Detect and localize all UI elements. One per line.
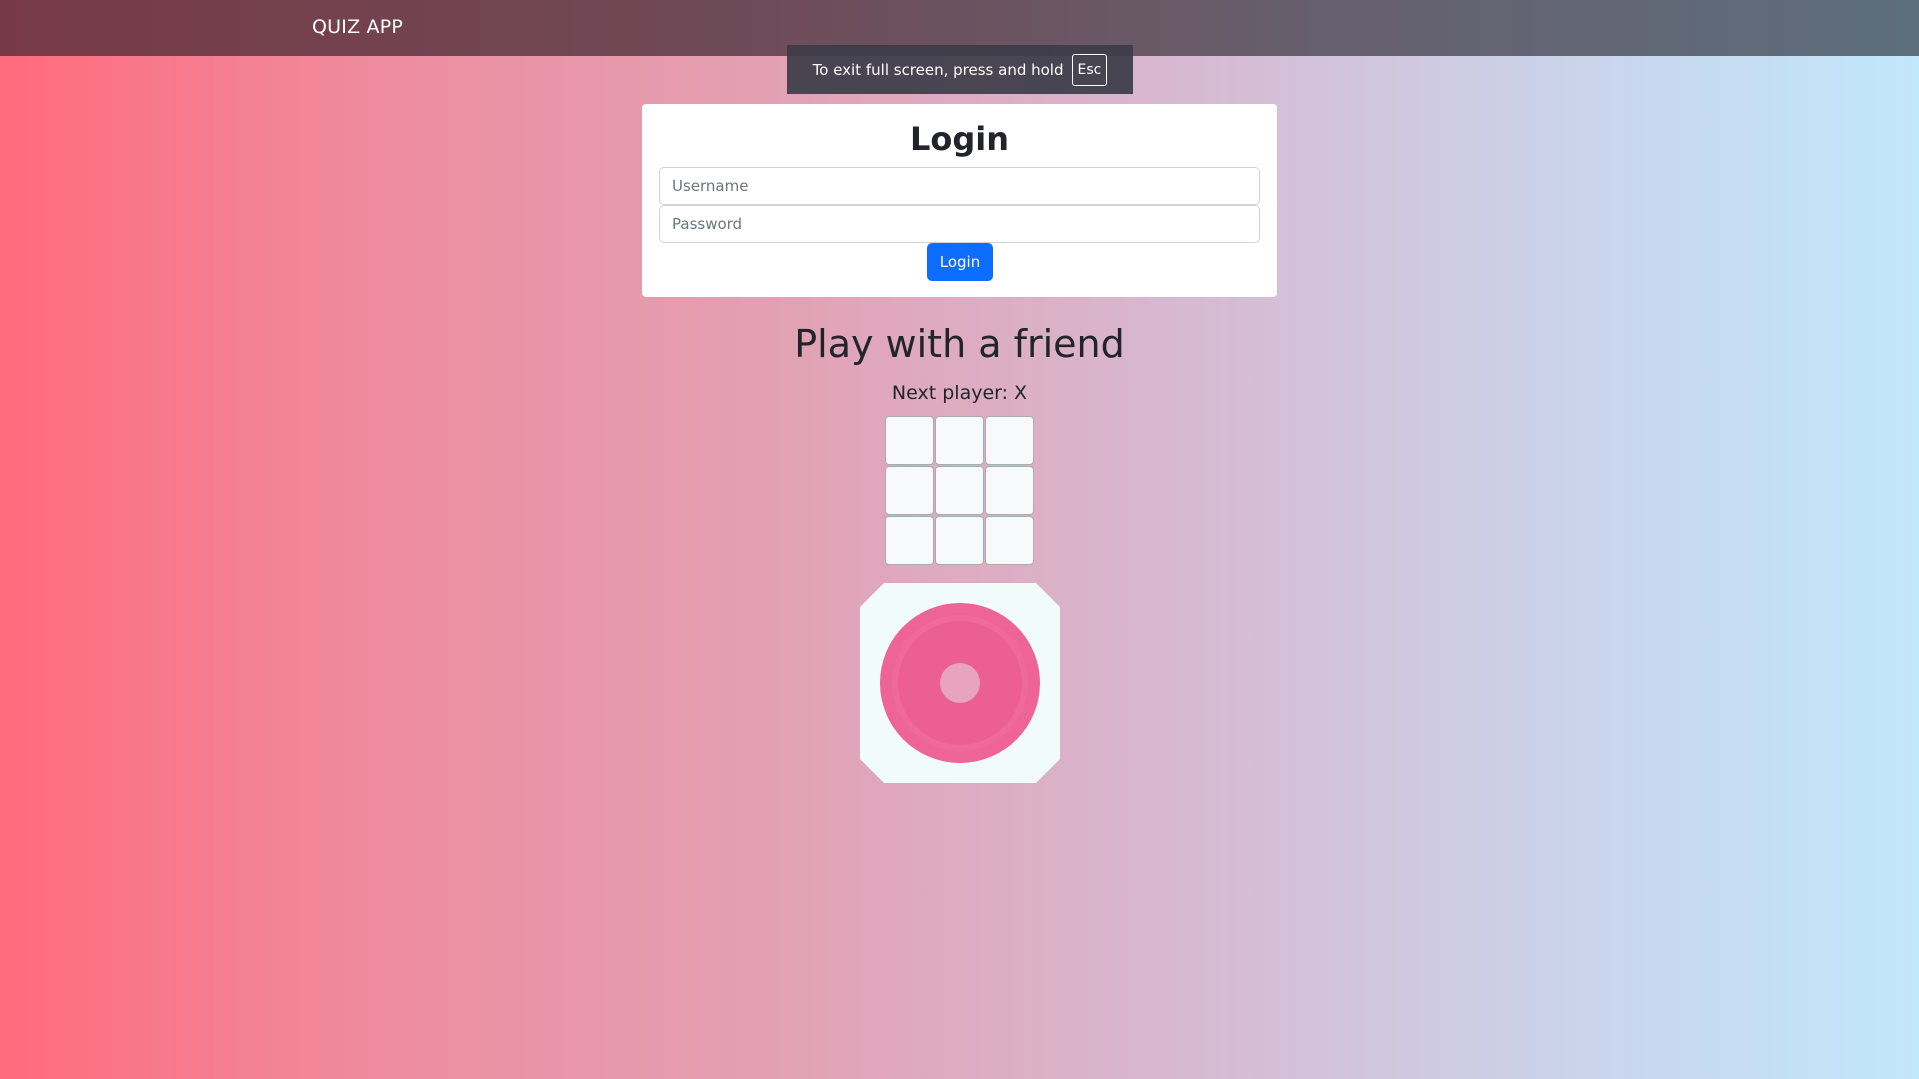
board-cell-2[interactable]: [935, 416, 984, 465]
board-cell-4[interactable]: [885, 466, 934, 515]
fullscreen-notice-text: To exit full screen, press and hold: [812, 60, 1064, 79]
username-input[interactable]: [659, 167, 1260, 205]
next-player-status: Next player: X: [891, 382, 1028, 404]
spinner-icon: [880, 603, 1040, 763]
tic-tac-toe-board: [885, 416, 1035, 566]
esc-key-hint: Esc: [1071, 53, 1108, 86]
spinner-core: [940, 663, 980, 703]
login-title: Login: [909, 120, 1010, 158]
loading-spinner: [860, 583, 1060, 783]
board-cell-8[interactable]: [935, 516, 984, 565]
game-title: Play with a friend: [794, 322, 1125, 366]
board-cell-9[interactable]: [985, 516, 1034, 565]
board-cell-5[interactable]: [935, 466, 984, 515]
login-card: Login Login: [642, 104, 1277, 297]
login-button[interactable]: Login: [927, 243, 993, 281]
spinner-inner-ring: [898, 621, 1022, 745]
board-cell-7[interactable]: [885, 516, 934, 565]
board-cell-1[interactable]: [885, 416, 934, 465]
brand-link[interactable]: QUIZ APP: [312, 16, 403, 38]
fullscreen-exit-notice: To exit full screen, press and hold Esc: [787, 45, 1133, 94]
password-input[interactable]: [659, 205, 1260, 243]
board-cell-3[interactable]: [985, 416, 1034, 465]
board-cell-6[interactable]: [985, 466, 1034, 515]
